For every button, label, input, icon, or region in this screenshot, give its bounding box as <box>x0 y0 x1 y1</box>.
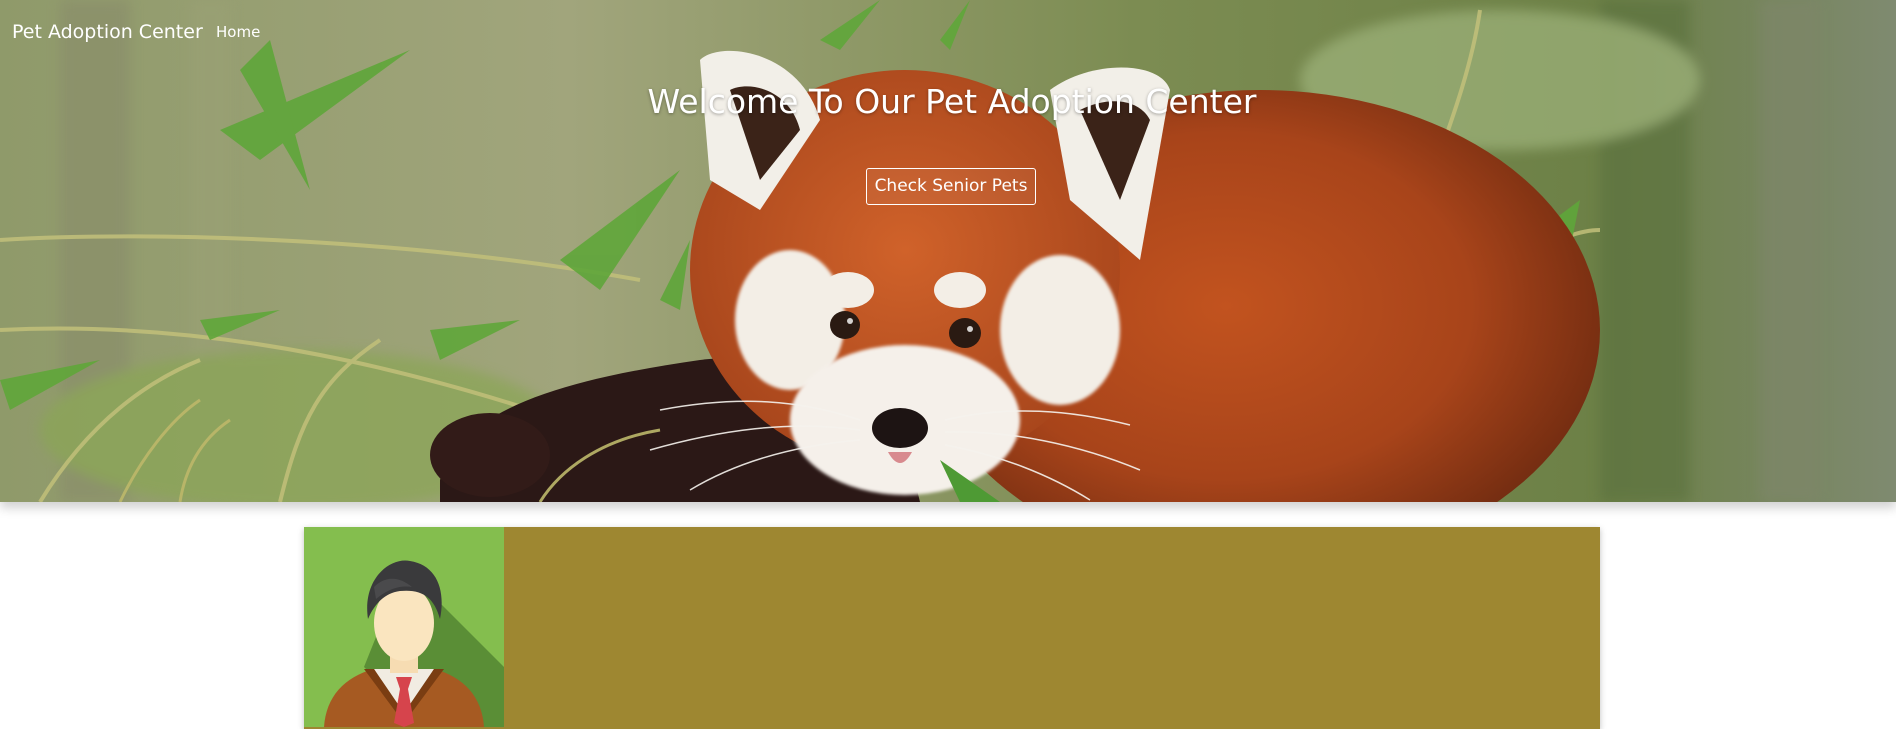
hero-section: Pet Adoption Center Home Welcome To Our … <box>0 0 1896 502</box>
hero-title: Welcome To Our Pet Adoption Center <box>647 82 1257 121</box>
profile-card <box>304 527 1600 729</box>
nav-link-home[interactable]: Home <box>216 22 260 42</box>
profile-card-body <box>504 527 1600 729</box>
red-panda-hero-image <box>0 0 1896 502</box>
check-senior-pets-button[interactable]: Check Senior Pets <box>866 168 1036 205</box>
user-avatar-icon <box>304 527 504 727</box>
navbar: Pet Adoption Center Home <box>0 0 1896 62</box>
navbar-brand[interactable]: Pet Adoption Center <box>12 20 203 44</box>
